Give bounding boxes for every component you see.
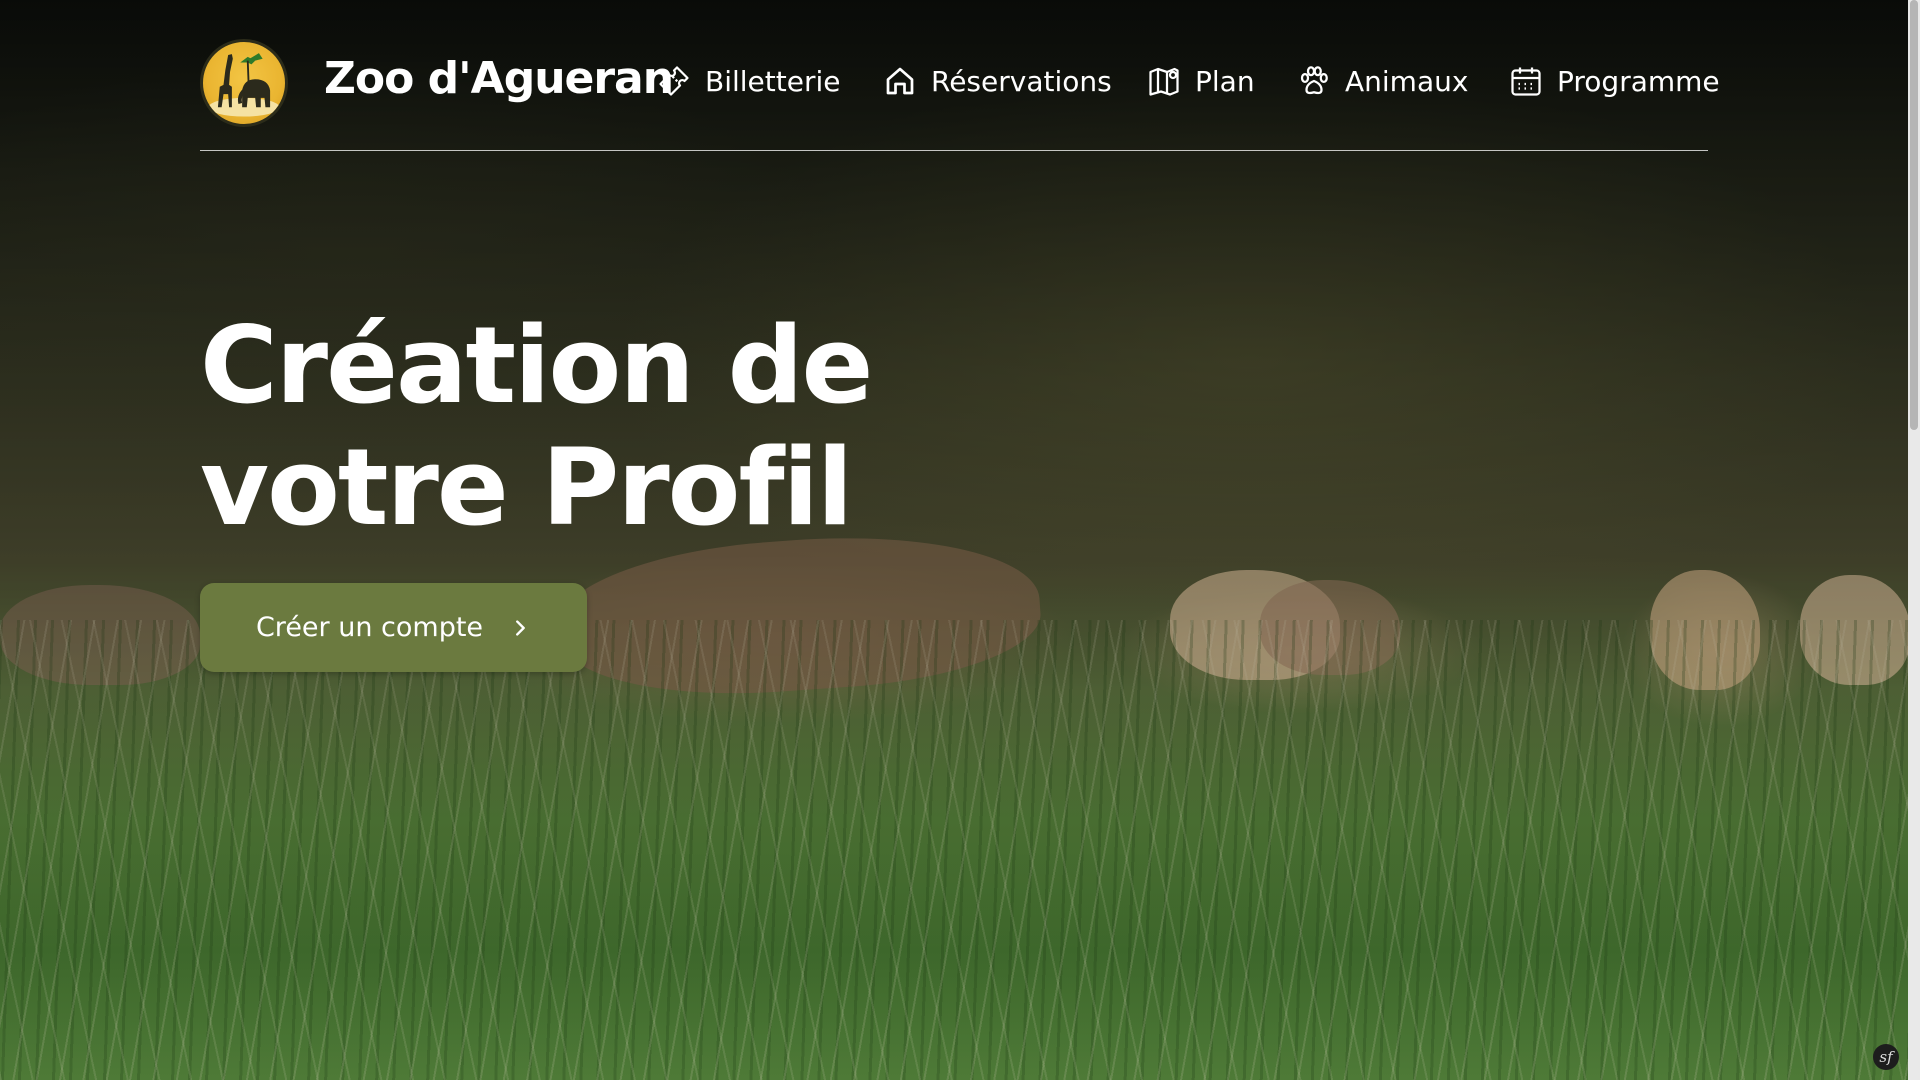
home-icon: [886, 67, 914, 95]
nav-label-reservations: Réservations: [931, 64, 1112, 98]
ticket-icon: [659, 66, 689, 96]
map-icon: [1149, 67, 1179, 96]
nav-item-programme[interactable]: Programme: [1508, 61, 1720, 101]
nav-label-animaux: Animaux: [1345, 64, 1469, 98]
nav-label-billetterie: Billetterie: [705, 64, 841, 98]
top-navbar: Zoo d'Agueran Billetterie Réservations P…: [200, 35, 1720, 151]
paw-icon: [1300, 66, 1328, 95]
page-title-line-1: Création de: [200, 304, 873, 427]
create-account-button[interactable]: Créer un compte: [200, 583, 587, 672]
calendar-icon: [1511, 67, 1541, 96]
nav-label-programme: Programme: [1557, 64, 1720, 98]
corner-badge[interactable]: sf: [1873, 1044, 1899, 1070]
scrollbar-thumb[interactable]: [1910, 0, 1918, 430]
nav-item-plan[interactable]: Plan: [1146, 61, 1255, 101]
nav-item-reservations[interactable]: Réservations: [882, 61, 1112, 101]
page-title-line-2: votre Profil: [200, 426, 853, 549]
chevron-right-icon: [516, 619, 525, 636]
create-account-label: Créer un compte: [255, 612, 484, 643]
page-scrollbar[interactable]: [1908, 0, 1920, 1080]
zoo-logo[interactable]: [200, 39, 288, 127]
brand-name[interactable]: Zoo d'Agueran: [324, 53, 674, 104]
nav-item-billetterie[interactable]: Billetterie: [656, 61, 840, 101]
giraffe-elephant-logo-icon: [208, 53, 280, 117]
nav-label-plan: Plan: [1195, 64, 1255, 98]
nav-item-animaux[interactable]: Animaux: [1296, 61, 1468, 101]
page-title: Création de votre Profil: [200, 305, 900, 549]
